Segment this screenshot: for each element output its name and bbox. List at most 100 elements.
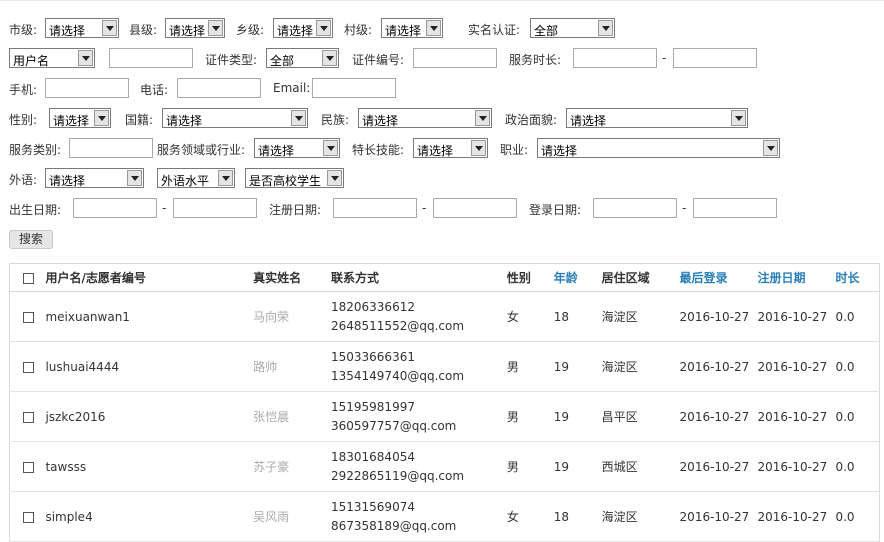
cell-gender: 男 — [506, 341, 554, 392]
service-field-select[interactable]: 请选择 — [254, 138, 340, 158]
col-hours-sort-link[interactable]: 时长 — [835, 263, 880, 292]
select-all-cell — [9, 263, 46, 292]
cell-contact: 15195981997 360597757@qq.com — [330, 391, 507, 442]
cell-age: 18 — [553, 491, 602, 542]
chevron-down-icon — [208, 20, 223, 36]
col-age-sort-link[interactable]: 年龄 — [553, 263, 602, 292]
volunteer-table: 用户名/志愿者编号 真实姓名 联系方式 性别 年龄 居住区域 最后登录 注册日期… — [9, 263, 880, 542]
cell-email: 867358189@qq.com — [330, 518, 457, 533]
county-select[interactable]: 请选择 — [165, 18, 225, 38]
table-row[interactable]: meixuanwan1 马向荣 18206336612 2648511552@qq… — [9, 291, 880, 342]
range-dash: - — [162, 201, 167, 215]
cell-area: 昌平区 — [601, 391, 680, 442]
user-type-select[interactable]: 用户名 — [9, 48, 95, 68]
login-from-input[interactable] — [593, 198, 677, 218]
city-select[interactable]: 请选择 — [45, 18, 119, 38]
col-contact: 联系方式 — [330, 263, 507, 292]
student-select[interactable]: 是否高校学生 — [245, 168, 344, 188]
register-to-input[interactable] — [433, 198, 517, 218]
chevron-down-icon — [327, 170, 342, 186]
cell-last-login: 2016-10-27 — [679, 291, 758, 342]
login-to-input[interactable] — [693, 198, 777, 218]
service-type-input[interactable] — [69, 138, 153, 158]
col-name: 真实姓名 — [253, 263, 331, 292]
row-checkbox[interactable] — [23, 411, 34, 423]
filter-row-language: 外语: 请选择 外语水平 是否高校学生 — [0, 168, 884, 190]
cell-registered: 2016-10-27 — [757, 341, 836, 392]
service-hours-from-input[interactable] — [573, 48, 657, 68]
realname-select[interactable]: 全部 — [530, 18, 615, 38]
tel-input[interactable] — [177, 78, 261, 98]
chevron-down-icon — [731, 110, 746, 126]
skill-label: 特长技能: — [352, 143, 405, 157]
row-checkbox[interactable] — [23, 511, 34, 523]
id-no-input[interactable] — [413, 48, 497, 68]
village-select[interactable]: 请选择 — [381, 18, 443, 38]
top-divider — [0, 0, 884, 1]
language-select-value: 请选择 — [49, 174, 86, 188]
political-select-value: 请选择 — [570, 114, 607, 128]
username-input[interactable] — [109, 48, 193, 68]
col-last-login-sort-link[interactable]: 最后登录 — [679, 263, 758, 292]
table-row[interactable]: tawsss 苏子豪 18301684054 2922865119@qq.com … — [9, 441, 880, 492]
id-type-select[interactable]: 全部 — [266, 48, 339, 68]
table-row[interactable]: simple4 吴风雨 15131569074 867358189@qq.com … — [9, 491, 880, 542]
service-field-select-value: 请选择 — [258, 144, 295, 158]
cell-phone: 15131569074 — [330, 499, 415, 514]
cell-phone: 15195981997 — [330, 399, 415, 414]
row-select-cell — [9, 291, 46, 342]
nationality-select[interactable]: 请选择 — [162, 108, 308, 128]
birth-from-input[interactable] — [73, 198, 157, 218]
cell-user: lushuai4444 — [45, 341, 254, 392]
chevron-down-icon — [78, 50, 93, 66]
row-checkbox[interactable] — [23, 461, 34, 473]
row-select-cell — [9, 491, 46, 542]
cell-gender: 女 — [506, 491, 554, 542]
row-checkbox[interactable] — [23, 361, 34, 373]
cell-name: 马向荣 — [253, 291, 331, 342]
ethnicity-select[interactable]: 请选择 — [358, 108, 492, 128]
cell-registered: 2016-10-27 — [757, 391, 836, 442]
service-hours-to-input[interactable] — [673, 48, 757, 68]
skill-select[interactable]: 请选择 — [413, 138, 488, 158]
cell-name: 吴风雨 — [253, 491, 331, 542]
tel-label: 电话: — [140, 83, 169, 97]
col-registered-sort-link[interactable]: 注册日期 — [757, 263, 836, 292]
register-label: 注册日期: — [269, 203, 322, 217]
cell-user: tawsss — [45, 441, 254, 492]
gender-select[interactable]: 请选择 — [49, 108, 111, 128]
register-from-input[interactable] — [333, 198, 417, 218]
user-type-select-value: 用户名 — [13, 54, 50, 68]
cell-contact: 15033666361 1354149740@qq.com — [330, 341, 507, 392]
realname-select-value: 全部 — [534, 24, 559, 38]
table-row[interactable]: jszkc2016 张恺晨 15195981997 360597757@qq.co… — [9, 391, 880, 442]
language-label: 外语: — [9, 173, 38, 187]
table-row[interactable]: lushuai4444 路帅 15033666361 1354149740@qq.… — [9, 341, 880, 392]
cell-name: 苏子豪 — [253, 441, 331, 492]
cell-phone: 18301684054 — [330, 449, 415, 464]
chevron-down-icon — [127, 170, 142, 186]
language-level-select[interactable]: 外语水平 — [157, 168, 235, 188]
cell-registered: 2016-10-27 — [757, 291, 836, 342]
select-all-checkbox[interactable] — [23, 272, 34, 284]
chevron-down-icon — [475, 110, 490, 126]
filter-row-service: 服务类别: 服务领域或行业: 请选择 特长技能: 请选择 职业: 请选择 — [0, 138, 884, 160]
political-select[interactable]: 请选择 — [566, 108, 748, 128]
row-checkbox[interactable] — [23, 311, 34, 323]
cell-user: jszkc2016 — [45, 391, 254, 442]
chevron-down-icon — [323, 140, 338, 156]
township-label: 乡级: — [236, 23, 265, 37]
village-select-value: 请选择 — [385, 24, 422, 38]
township-select[interactable]: 请选择 — [273, 18, 333, 38]
language-select[interactable]: 请选择 — [45, 168, 144, 188]
email-input[interactable] — [312, 78, 396, 98]
student-select-value: 是否高校学生 — [249, 174, 322, 188]
occupation-select[interactable]: 请选择 — [537, 138, 780, 158]
birth-to-input[interactable] — [173, 198, 257, 218]
chevron-down-icon — [471, 140, 486, 156]
city-select-value: 请选择 — [49, 24, 86, 38]
search-button[interactable]: 搜索 — [9, 230, 53, 249]
cell-area: 海淀区 — [601, 341, 680, 392]
phone-input[interactable] — [45, 78, 129, 98]
occupation-select-value: 请选择 — [541, 144, 578, 158]
